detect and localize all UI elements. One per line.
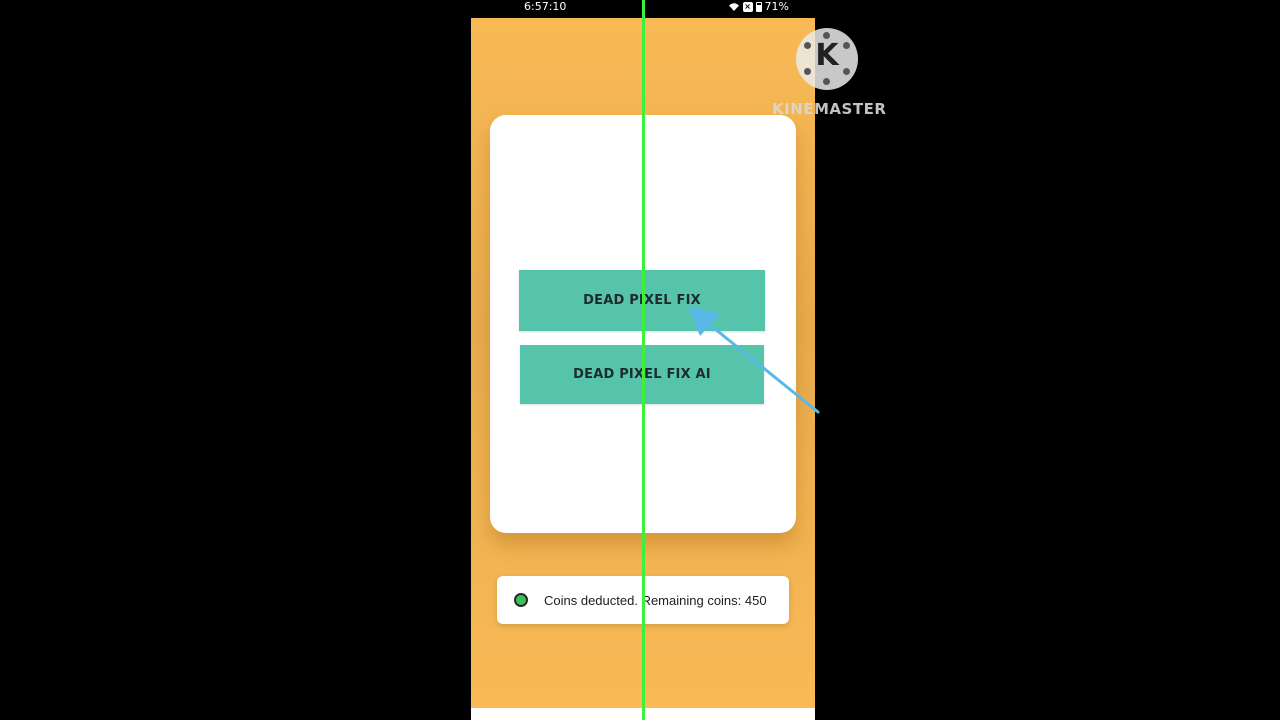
arrow-annotation-icon: [688, 306, 820, 414]
battery-percent: 71%: [764, 0, 789, 13]
toast-message: Coins deducted. Remaining coins: 450: [544, 592, 767, 608]
wifi-icon: [728, 3, 739, 11]
kinemaster-watermark-text: KINEMASTER: [772, 100, 887, 118]
app-icon: [514, 593, 528, 607]
status-icons: × 71%: [728, 0, 789, 14]
kinemaster-watermark: K KINEMASTER: [772, 28, 887, 124]
green-guide-line: [642, 0, 645, 720]
battery-icon: [755, 2, 762, 12]
status-time: 6:57:10: [524, 0, 567, 13]
signal-x-icon: ×: [742, 2, 753, 12]
kinemaster-logo-icon: K: [796, 28, 858, 90]
